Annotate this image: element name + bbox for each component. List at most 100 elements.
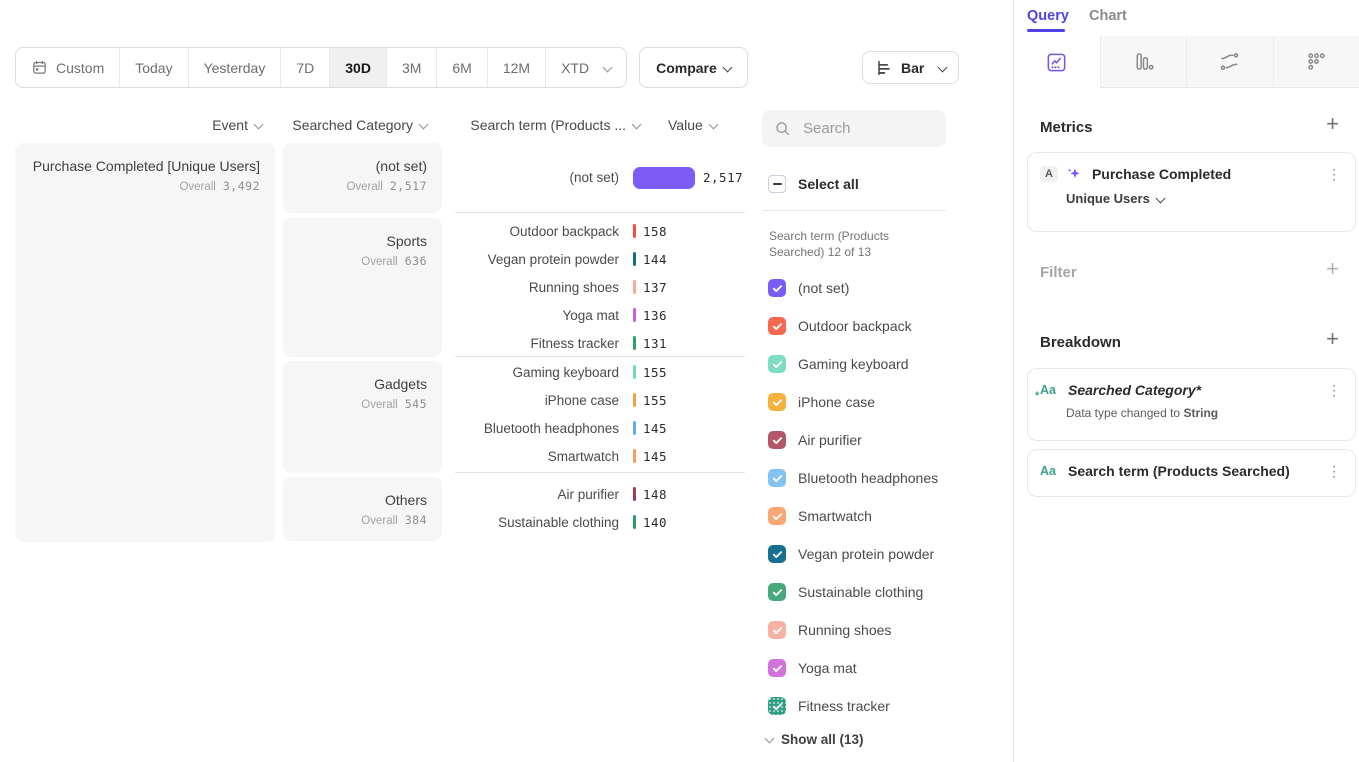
table-row[interactable]: Fitness tracker 131 xyxy=(455,329,745,357)
value: 2,517 xyxy=(703,170,743,185)
checked-checkbox[interactable] xyxy=(768,469,786,487)
date-yesterday-button[interactable]: Yesterday xyxy=(188,48,281,87)
date-today-button[interactable]: Today xyxy=(119,48,187,87)
category-cell[interactable]: (not set) Overall2,517 xyxy=(283,143,442,213)
column-header-term[interactable]: Search term (Products ... xyxy=(440,117,640,133)
table-row[interactable]: Running shoes 137 xyxy=(455,273,745,301)
list-item[interactable]: Outdoor backpack xyxy=(768,307,938,345)
table-row[interactable]: Bluetooth headphones 145 xyxy=(455,414,745,442)
checked-checkbox[interactable] xyxy=(768,621,786,639)
metric-measure-dropdown[interactable]: Unique Users xyxy=(1066,191,1343,206)
funnels-icon xyxy=(1132,50,1155,73)
metric-card[interactable]: A Purchase Completed ⋮ Unique Users xyxy=(1027,152,1356,232)
list-item[interactable]: Running shoes xyxy=(768,611,938,649)
search-term-label: (not set) xyxy=(455,170,619,185)
checked-checkbox[interactable] xyxy=(768,583,786,601)
legend-list-label: Search term (Products Searched) 12 of 13 xyxy=(769,228,931,260)
checked-checkbox[interactable] xyxy=(768,545,786,563)
table-row[interactable]: (not set) 2,517 xyxy=(455,164,745,192)
breakdown-card[interactable]: Aa* Searched Category* ⋮ Data type chang… xyxy=(1027,368,1356,441)
list-item[interactable]: Yoga mat xyxy=(768,649,938,687)
chevron-down-icon xyxy=(254,120,264,130)
compare-button[interactable]: Compare xyxy=(639,47,748,88)
checked-checkbox[interactable] xyxy=(768,355,786,373)
show-all-button[interactable]: Show all (13) xyxy=(766,732,864,747)
table-row[interactable]: Smartwatch 145 xyxy=(455,442,745,470)
search-input[interactable] xyxy=(801,119,925,138)
date-30d-button[interactable]: 30D xyxy=(329,48,386,87)
check-icon xyxy=(772,625,783,636)
list-item[interactable]: Fitness tracker xyxy=(768,687,938,725)
chart-type-dropdown[interactable]: Bar xyxy=(862,51,959,84)
term-group: Outdoor backpack 158 Vegan protein powde… xyxy=(455,217,745,357)
tab-query[interactable]: Query xyxy=(1027,8,1069,24)
date-6m-button[interactable]: 6M xyxy=(436,48,486,87)
date-12m-button[interactable]: 12M xyxy=(487,48,545,87)
tab-insights[interactable] xyxy=(1014,36,1100,88)
checked-checkbox[interactable] xyxy=(768,507,786,525)
list-item[interactable]: Vegan protein powder xyxy=(768,535,938,573)
table-row[interactable]: Outdoor backpack 158 xyxy=(455,217,745,245)
checked-checkbox[interactable] xyxy=(768,659,786,677)
tab-chart[interactable]: Chart xyxy=(1089,8,1127,24)
term-group: Air purifier 148 Sustainable clothing 14… xyxy=(455,477,745,539)
checked-checkbox[interactable] xyxy=(768,431,786,449)
kebab-menu-icon[interactable]: ⋮ xyxy=(1325,464,1343,478)
select-all-row[interactable]: Select all xyxy=(768,175,859,193)
checked-checkbox[interactable] xyxy=(768,393,786,411)
check-icon xyxy=(772,397,783,408)
search-box[interactable] xyxy=(762,110,946,147)
check-icon xyxy=(772,473,783,484)
table-row[interactable]: iPhone case 155 xyxy=(455,386,745,414)
checked-checkbox[interactable] xyxy=(768,279,786,297)
list-item[interactable]: Smartwatch xyxy=(768,497,938,535)
column-header-event[interactable]: Event xyxy=(15,117,262,133)
category-cell[interactable]: Others Overall384 xyxy=(283,477,442,541)
date-xtd-button[interactable]: XTD xyxy=(545,48,626,87)
table-row[interactable]: Yoga mat 136 xyxy=(455,301,745,329)
breakdown-property-name: Searched Category* xyxy=(1068,382,1325,398)
list-item[interactable]: (not set) xyxy=(768,269,938,307)
add-breakdown-button[interactable]: + xyxy=(1326,329,1339,349)
value-bar xyxy=(633,515,636,529)
value-bar xyxy=(633,308,636,322)
list-item[interactable]: Gaming keyboard xyxy=(768,345,938,383)
list-item[interactable]: Air purifier xyxy=(768,421,938,459)
breakdown-card[interactable]: Aa Search term (Products Searched) ⋮ xyxy=(1027,449,1356,497)
chevron-down-icon xyxy=(632,120,642,130)
add-filter-button[interactable]: + xyxy=(1326,259,1339,279)
select-all-checkbox[interactable] xyxy=(768,175,786,193)
metric-event-name: Purchase Completed xyxy=(1092,166,1325,182)
event-cell[interactable]: Purchase Completed [Unique Users] Overal… xyxy=(15,143,275,542)
tab-retention[interactable] xyxy=(1273,36,1359,88)
kebab-menu-icon[interactable]: ⋮ xyxy=(1325,383,1343,397)
column-header-category[interactable]: Searched Category xyxy=(283,117,427,133)
date-custom-button[interactable]: Custom xyxy=(16,48,119,87)
tab-funnels[interactable] xyxy=(1100,36,1187,88)
kebab-menu-icon[interactable]: ⋮ xyxy=(1325,167,1343,181)
table-row[interactable]: Vegan protein powder 144 xyxy=(455,245,745,273)
list-item[interactable]: Sustainable clothing xyxy=(768,573,938,611)
check-icon xyxy=(772,321,783,332)
date-3m-button[interactable]: 3M xyxy=(386,48,436,87)
search-icon xyxy=(774,120,791,137)
column-header-value[interactable]: Value xyxy=(668,117,717,133)
value-bar xyxy=(633,167,695,189)
table-row[interactable]: Air purifier 148 xyxy=(455,480,745,508)
category-cell[interactable]: Gadgets Overall545 xyxy=(283,361,442,473)
event-name: Purchase Completed [Unique Users] xyxy=(15,158,260,174)
breakdown-heading: Breakdown xyxy=(1040,334,1121,351)
table-row[interactable]: Gaming keyboard 155 xyxy=(455,358,745,386)
value-bar xyxy=(633,252,636,266)
date-7d-button[interactable]: 7D xyxy=(280,48,329,87)
chart-type-label: Bar xyxy=(901,60,924,76)
tab-flows[interactable] xyxy=(1186,36,1273,88)
add-metric-button[interactable]: + xyxy=(1326,114,1339,134)
check-icon xyxy=(772,511,783,522)
list-item[interactable]: Bluetooth headphones xyxy=(768,459,938,497)
checked-checkbox[interactable] xyxy=(768,317,786,335)
list-item[interactable]: iPhone case xyxy=(768,383,938,421)
checked-checkbox[interactable] xyxy=(768,697,786,715)
category-cell[interactable]: Sports Overall636 xyxy=(283,218,442,357)
table-row[interactable]: Sustainable clothing 140 xyxy=(455,508,745,536)
